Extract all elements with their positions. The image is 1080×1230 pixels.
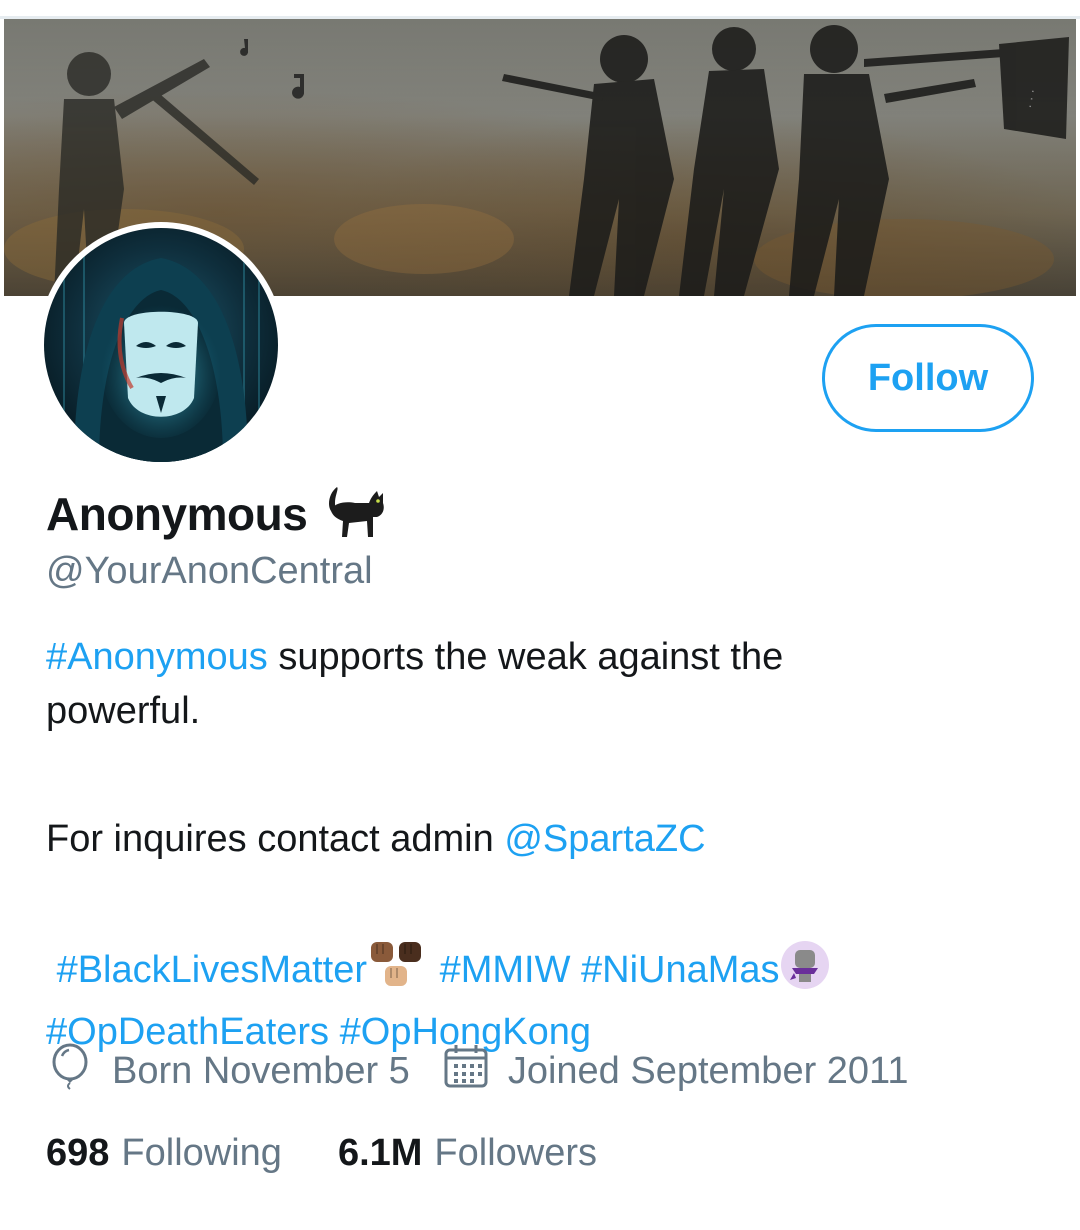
follow-button[interactable]: Follow [822, 324, 1034, 432]
display-name: Anonymous [46, 488, 308, 540]
bio-text-1: supports the weak against the [267, 636, 784, 678]
balloon-icon [46, 1042, 94, 1100]
bio-tags-line-1: #BlackLivesMatter #MMIW #NiUnaMas [46, 940, 1046, 1005]
joined-item: Joined September 2011 [442, 1042, 909, 1100]
profile-name-row: Anonymous [46, 484, 389, 544]
hashtag-mmiw[interactable]: #MMIW [440, 949, 571, 991]
purple-fist-icon [780, 940, 830, 1005]
profile-avatar[interactable] [38, 222, 284, 468]
profile-meta: Born November 5 Joined September 2011 [46, 1042, 909, 1100]
bio-line-2: powerful. [46, 690, 201, 732]
profile-stats: 698 Following 6.1M Followers [46, 1126, 597, 1180]
bio-contact-line: For inquires contact admin @SpartaZC [46, 812, 1046, 866]
following-label: Following [121, 1131, 282, 1174]
joined-text: Joined September 2011 [507, 1049, 909, 1092]
hashtag-blacklivesmatter[interactable]: #BlackLivesMatter [57, 949, 367, 991]
bio-spacer [46, 792, 1046, 812]
followers-label: Followers [434, 1131, 598, 1174]
calendar-icon [442, 1042, 490, 1100]
mention-spartazc[interactable]: @SpartaZC [504, 818, 705, 860]
followers-count: 6.1M [337, 1131, 423, 1174]
black-cat-icon [325, 481, 389, 548]
profile-handle: @YourAnonCentral [46, 550, 373, 592]
raised-fists-icon [367, 940, 429, 1005]
hashtag-niunamas[interactable]: #NiUnaMas [581, 949, 780, 991]
bio-spacer [46, 920, 1046, 940]
bio-contact-text: For inquires contact admin [46, 818, 505, 860]
followers-stat[interactable]: 6.1M Followers [338, 1132, 597, 1175]
following-count: 698 [46, 1131, 110, 1174]
birthday-item: Born November 5 [46, 1042, 410, 1100]
profile-bio: #Anonymous supports the weak against the… [46, 630, 1046, 1059]
bio-line-1: #Anonymous supports the weak against the [46, 630, 1046, 684]
hashtag-anonymous[interactable]: #Anonymous [46, 636, 268, 678]
bio-spacer [46, 866, 1046, 920]
birthday-text: Born November 5 [112, 1049, 410, 1092]
bio-spacer [46, 738, 1046, 792]
following-stat[interactable]: 698 Following [46, 1132, 282, 1175]
